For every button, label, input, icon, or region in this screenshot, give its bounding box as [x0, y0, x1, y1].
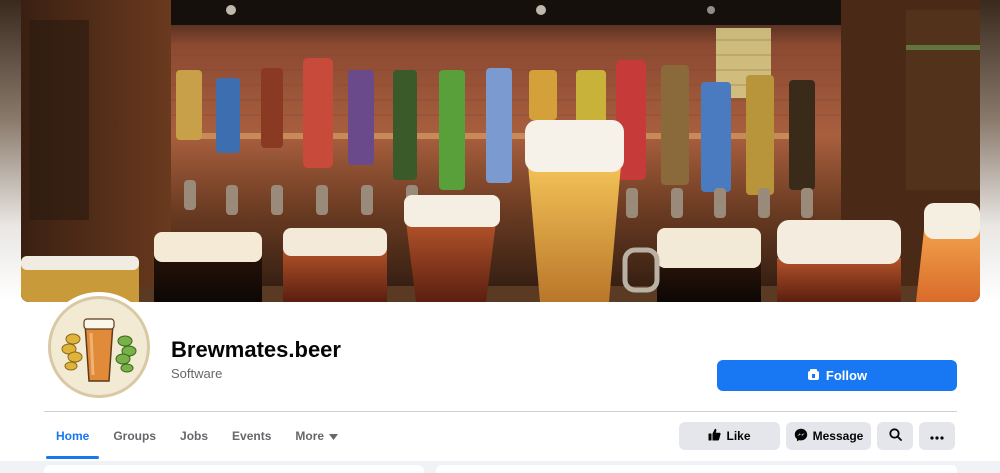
message-button[interactable]: Message [786, 422, 871, 450]
tab-label: Events [232, 428, 272, 443]
messenger-icon [794, 428, 808, 445]
page-tabs: Home Groups Jobs Events More [44, 413, 350, 459]
left-column-card [44, 465, 424, 473]
thumbs-up-icon [708, 428, 722, 444]
right-column-card [436, 465, 957, 473]
like-button[interactable]: Like [679, 422, 780, 450]
like-label: Like [726, 429, 751, 443]
page-category[interactable]: Software [171, 366, 222, 381]
tab-label: Home [56, 428, 90, 443]
follow-label: Follow [825, 368, 868, 383]
follow-button[interactable]: Follow [717, 360, 957, 391]
follow-page-icon [807, 368, 820, 384]
content-area [0, 461, 1000, 473]
tab-events[interactable]: Events [220, 413, 283, 458]
cover-photo[interactable] [21, 0, 980, 302]
tab-home[interactable]: Home [44, 413, 101, 459]
message-label: Message [812, 429, 864, 443]
ellipsis-icon [930, 429, 944, 443]
search-icon [888, 428, 902, 444]
more-options-button[interactable] [919, 422, 955, 450]
tab-jobs[interactable]: Jobs [168, 413, 220, 458]
tab-label: Jobs [180, 428, 209, 443]
tab-groups[interactable]: Groups [101, 413, 168, 458]
beer-taps-image [21, 0, 980, 302]
caret-down-icon [329, 429, 339, 443]
brewmates-logo [48, 296, 150, 398]
page-actions: Like Message [679, 422, 955, 450]
tab-label: Groups [113, 428, 157, 443]
tab-more[interactable]: More [283, 413, 350, 458]
header-divider [44, 411, 957, 412]
profile-picture[interactable] [44, 292, 154, 402]
page-title: Brewmates.beer [171, 337, 341, 362]
page-search-button[interactable] [877, 422, 913, 450]
tab-label: More [295, 428, 325, 443]
